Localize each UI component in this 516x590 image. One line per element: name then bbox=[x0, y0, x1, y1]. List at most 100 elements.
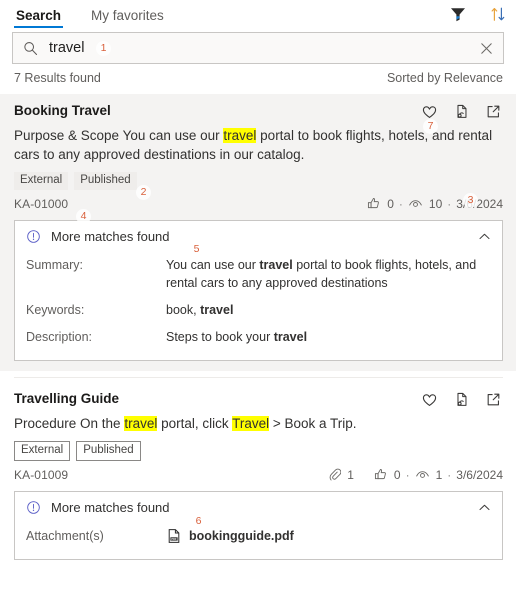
more-row: Summary: You can use our travel portal t… bbox=[26, 253, 492, 296]
sort-icon[interactable] bbox=[488, 4, 508, 24]
attachment-count: 1 bbox=[347, 467, 354, 482]
more-value-pre: You can use our bbox=[166, 258, 260, 272]
result-tags: External Published bbox=[14, 441, 503, 461]
tag-published[interactable]: Published bbox=[76, 441, 141, 461]
result-header: Booking Travel bbox=[14, 100, 503, 121]
attachment-label: Attachment(s) bbox=[26, 529, 104, 543]
likes-count: 0 bbox=[393, 467, 401, 482]
result-header: Travelling Guide bbox=[14, 388, 503, 409]
stats-separator-2: · bbox=[447, 467, 452, 482]
tab-bar: Search My favorites bbox=[0, 0, 516, 28]
open-in-new-icon[interactable] bbox=[484, 390, 503, 409]
svg-text:PDF: PDF bbox=[171, 537, 177, 541]
snippet-pre: Purpose & Scope You can use our bbox=[14, 128, 224, 143]
more-row: Description: Steps to book your travel bbox=[26, 325, 492, 350]
tag-published[interactable]: Published bbox=[74, 172, 137, 190]
tab-search-label: Search bbox=[16, 8, 62, 23]
tab-my-favorites[interactable]: My favorites bbox=[89, 8, 166, 28]
result-tags: External Published bbox=[14, 172, 503, 190]
result-snippet: Purpose & Scope You can use our travel p… bbox=[14, 126, 503, 164]
snippet-highlight: travel bbox=[124, 416, 158, 431]
attachment-filename[interactable]: bookingguide.pdf bbox=[189, 527, 294, 545]
results-meta: 7 Results found Sorted by Relevance bbox=[0, 64, 516, 85]
more-row-key: Description: bbox=[26, 330, 92, 344]
tag-external[interactable]: External bbox=[14, 441, 71, 461]
views-icon bbox=[409, 200, 422, 207]
chevron-up-icon[interactable] bbox=[477, 500, 492, 515]
result-title[interactable]: Travelling Guide bbox=[14, 388, 420, 406]
open-in-new-icon[interactable] bbox=[484, 102, 503, 121]
heart-icon[interactable] bbox=[420, 102, 439, 121]
info-icon bbox=[27, 501, 40, 514]
likes-count: 0 bbox=[387, 196, 394, 211]
stats-separator: · bbox=[398, 196, 403, 211]
stats-separator-2: · bbox=[447, 196, 452, 211]
result-stats: 1 0 · 1 · 3/6/2024 bbox=[328, 467, 503, 482]
snippet-pre: Procedure On the bbox=[14, 416, 125, 431]
result-snippet: Procedure On the travel portal, click Tr… bbox=[14, 414, 503, 433]
more-matches-header[interactable]: More matches found bbox=[15, 221, 502, 251]
tab-my-favorites-label: My favorites bbox=[91, 8, 164, 23]
knowledge-article-id: KA-01000 bbox=[14, 196, 69, 211]
clear-search-icon[interactable] bbox=[478, 40, 495, 57]
result-id-row: KA-01009 1 0 · 1 · 3/6/2024 bbox=[14, 467, 503, 482]
results-count: 7 Results found bbox=[14, 71, 101, 85]
info-icon bbox=[27, 230, 40, 243]
more-row: Attachment(s) PDF bookingguide.pdf bbox=[26, 524, 492, 549]
result-card[interactable]: Travelling Guide Procedure On the travel… bbox=[0, 378, 516, 570]
result-actions bbox=[420, 100, 503, 121]
copy-link-icon[interactable] bbox=[452, 390, 471, 409]
search-input[interactable] bbox=[39, 40, 478, 56]
more-matches-label: More matches found bbox=[51, 500, 170, 515]
more-value-bold: travel bbox=[200, 303, 234, 317]
thumbs-up-icon[interactable] bbox=[366, 196, 381, 211]
snippet-mid: portal, click bbox=[157, 416, 233, 431]
result-title[interactable]: Booking Travel bbox=[14, 100, 420, 118]
views-count: 1 bbox=[435, 467, 443, 482]
search-box[interactable] bbox=[12, 32, 504, 64]
more-matches-panel: More matches found Summary: You can use … bbox=[14, 220, 503, 361]
result-actions bbox=[420, 388, 503, 409]
more-row: Keywords: book, travel bbox=[26, 298, 492, 323]
search-area bbox=[0, 28, 516, 64]
more-matches-header[interactable]: More matches found bbox=[15, 492, 502, 522]
heart-icon[interactable] bbox=[420, 390, 439, 409]
result-id-row: KA-01000 0 · 10 · 3/6/2024 bbox=[14, 196, 503, 211]
results-list: Booking Travel Purpose & Scope You can u… bbox=[0, 94, 516, 570]
search-icon bbox=[24, 41, 38, 55]
more-row-key: Summary: bbox=[26, 258, 83, 272]
tag-external[interactable]: External bbox=[14, 172, 69, 190]
sort-label[interactable]: Sorted by Relevance bbox=[387, 71, 503, 85]
result-date: 3/6/2024 bbox=[456, 196, 503, 211]
toolbar-icons bbox=[448, 4, 508, 24]
thumbs-up-icon[interactable] bbox=[373, 467, 388, 482]
result-stats: 0 · 10 · 3/6/2024 bbox=[366, 196, 503, 211]
more-row-value: Steps to book your travel bbox=[166, 328, 492, 346]
filter-icon[interactable] bbox=[448, 4, 468, 24]
paperclip-icon[interactable] bbox=[328, 467, 342, 482]
more-row-value: book, travel bbox=[166, 301, 492, 319]
more-value-bold: travel bbox=[259, 258, 293, 272]
snippet-highlight: travel bbox=[223, 128, 257, 143]
more-matches-body: Attachment(s) PDF bookingguide.pdf bbox=[15, 524, 502, 559]
pdf-file-icon: PDF bbox=[168, 529, 180, 543]
result-card[interactable]: Booking Travel Purpose & Scope You can u… bbox=[0, 94, 516, 371]
stats-separator: · bbox=[405, 467, 410, 482]
more-value-pre: Steps to book your bbox=[166, 330, 274, 344]
knowledge-article-id: KA-01009 bbox=[14, 467, 69, 482]
views-count: 10 bbox=[428, 196, 443, 211]
more-value-bold: travel bbox=[273, 330, 308, 344]
more-value-pre: book, bbox=[166, 303, 201, 317]
tab-search[interactable]: Search bbox=[14, 8, 64, 28]
more-matches-panel: More matches found Attachment(s) PDF boo… bbox=[14, 491, 503, 560]
attachment-value: PDF bookingguide.pdf bbox=[166, 527, 492, 545]
snippet-post: > Book a Trip. bbox=[269, 416, 357, 431]
result-date: 3/6/2024 bbox=[456, 467, 503, 482]
more-row-value: You can use our travel portal to book fl… bbox=[166, 256, 492, 292]
copy-link-icon[interactable] bbox=[452, 102, 471, 121]
more-matches-label: More matches found bbox=[51, 229, 170, 244]
more-row-key: Keywords: bbox=[26, 303, 85, 317]
chevron-up-icon[interactable] bbox=[477, 229, 492, 244]
views-icon bbox=[415, 471, 429, 478]
more-matches-body: Summary: You can use our travel portal t… bbox=[15, 253, 502, 360]
